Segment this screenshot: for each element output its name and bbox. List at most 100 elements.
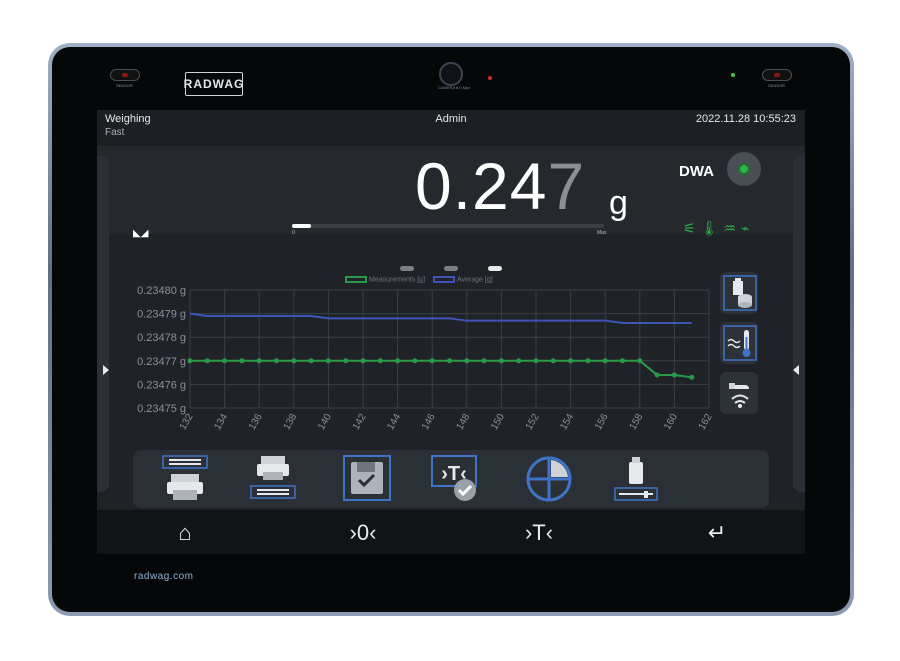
touch-screen: Weighing Fast Admin 2022.11.28 10:55:23 … — [97, 110, 805, 554]
x-tick-label: 152 — [524, 412, 542, 432]
x-tick-label: 156 — [593, 412, 611, 432]
function-toolbar: ›T‹ — [133, 450, 769, 508]
y-tick-label: 0.23480 g — [137, 285, 186, 297]
print-footer-icon — [250, 456, 296, 499]
environment-settings-button[interactable] — [720, 322, 758, 364]
measurement-point — [308, 358, 314, 364]
mass-reading: 0.247 — [415, 148, 585, 224]
x-tick-label: 134 — [212, 412, 230, 432]
level-icon: ⚟ — [683, 220, 701, 236]
y-tick-label: 0.23478 g — [137, 332, 186, 344]
tare-database-button[interactable] — [720, 272, 758, 314]
x-tick-label: 146 — [420, 412, 438, 432]
navigation-bar: ⌂ ›0‹ ›T‹ ↵ — [97, 510, 805, 554]
x-tick-label: 136 — [247, 412, 265, 432]
bargraph-min-label: 0 — [292, 230, 295, 236]
header-printout-button[interactable] — [159, 454, 211, 504]
stability-indicator-icon — [727, 152, 761, 186]
load-bargraph — [292, 224, 604, 228]
x-tick-label: 138 — [282, 412, 300, 432]
weight-threshold-button[interactable] — [611, 454, 663, 504]
measurement-point — [343, 358, 349, 364]
page-dot-1[interactable] — [400, 266, 414, 271]
measurement-point — [654, 372, 660, 378]
measurement-point — [585, 358, 591, 364]
y-tick-label: 0.23477 g — [137, 356, 186, 368]
proximity-sensor-left — [110, 69, 140, 81]
mass-last-digit: 7 — [547, 149, 586, 223]
hand-wireless-icon — [729, 383, 749, 408]
x-tick-label: 148 — [455, 412, 473, 432]
save-result-button[interactable] — [341, 454, 393, 504]
measurement-chart: 0.23480 g 0.23479 g 0.23478 g 0.23477 g 0.23… — [137, 285, 715, 432]
tare-check-icon: ›T‹ — [431, 455, 477, 501]
x-tick-label: 158 — [628, 412, 646, 432]
measurement-point — [256, 358, 262, 364]
x-tick-label: 150 — [489, 412, 507, 432]
environment-icons: ⚟🌡︎♒︎⌁ — [683, 220, 754, 237]
measurement-point — [689, 374, 695, 380]
weighing-display: 0.247 g DWA ◣◢ 0 Max ⚟🌡︎♒︎⌁ — [97, 146, 805, 239]
measurement-point — [637, 358, 643, 364]
save-check-icon — [343, 455, 391, 501]
thermometer-humidity-icon — [723, 325, 757, 361]
statistics-button[interactable] — [523, 454, 575, 504]
range-icon: ◣◢ — [133, 228, 149, 239]
y-tick-label: 0.23475 g — [137, 403, 186, 415]
mass-value: 0.24 — [415, 149, 548, 223]
page-dot-3[interactable] — [488, 266, 502, 271]
tare-button[interactable]: ›T‹ — [519, 518, 559, 548]
enter-button[interactable]: ↵ — [697, 518, 737, 548]
measurement-point — [222, 358, 228, 364]
datetime-label: 2022.11.28 10:55:23 — [695, 113, 796, 125]
measurement-point — [377, 358, 383, 364]
right-slide-panel[interactable] — [793, 156, 805, 492]
measurement-point — [274, 358, 279, 364]
page-dot-2[interactable] — [444, 266, 458, 271]
measurement-point — [671, 372, 677, 378]
sensor-label-left: SENSOR — [116, 83, 133, 88]
zero-button[interactable]: ›0‹ — [343, 518, 383, 548]
measurement-point — [550, 358, 556, 364]
measurement-point — [412, 358, 418, 364]
proximity-sensor-right — [762, 69, 792, 81]
quick-settings-panel — [720, 272, 762, 422]
thermometer-icon: 🌡︎ — [700, 220, 724, 236]
measurement-point — [429, 358, 435, 364]
footer-printout-button[interactable] — [247, 454, 299, 504]
measurements-line — [190, 359, 692, 379]
measurement-point — [568, 358, 574, 364]
average-line — [189, 312, 692, 325]
pie-chart-icon — [526, 456, 572, 502]
arrow-left-icon — [793, 365, 799, 375]
x-tick-label: 154 — [558, 412, 576, 432]
enter-icon: ↵ — [707, 520, 727, 545]
measurement-point — [395, 358, 401, 364]
home-icon: ⌂ — [178, 520, 192, 545]
humidity-icon: ♒︎ — [723, 220, 741, 236]
measurement-point — [602, 358, 608, 364]
y-tick-label: 0.23476 g — [137, 379, 186, 391]
measurement-point — [291, 358, 297, 364]
proximity-sensor-button[interactable] — [720, 372, 758, 414]
tare-confirm-button[interactable]: ›T‹ — [429, 454, 481, 504]
power-led — [731, 73, 735, 77]
load-bargraph-fill — [292, 224, 311, 228]
sensor-label-right: SENSOR — [768, 83, 785, 88]
y-tick-label: 0.23479 g — [137, 309, 186, 321]
measurement-point — [204, 358, 210, 364]
camera-label: CAMERA 8.0 Mpx — [438, 85, 471, 90]
program-name: DWA — [679, 163, 714, 180]
vibration-icon: ⌁ — [740, 220, 755, 236]
measurement-point — [325, 358, 331, 364]
camera-icon — [439, 62, 463, 86]
status-bar[interactable]: Weighing Fast Admin 2022.11.28 10:55:23 — [97, 110, 805, 146]
home-button[interactable]: ⌂ — [165, 518, 205, 548]
weight-slider-icon — [614, 457, 658, 501]
mass-unit[interactable]: g — [609, 184, 628, 223]
camera-led — [488, 76, 492, 80]
x-tick-label: 142 — [351, 412, 369, 432]
measurement-point — [498, 358, 504, 364]
zero-icon: ›0‹ — [349, 520, 377, 545]
weight-database-icon — [723, 275, 757, 311]
